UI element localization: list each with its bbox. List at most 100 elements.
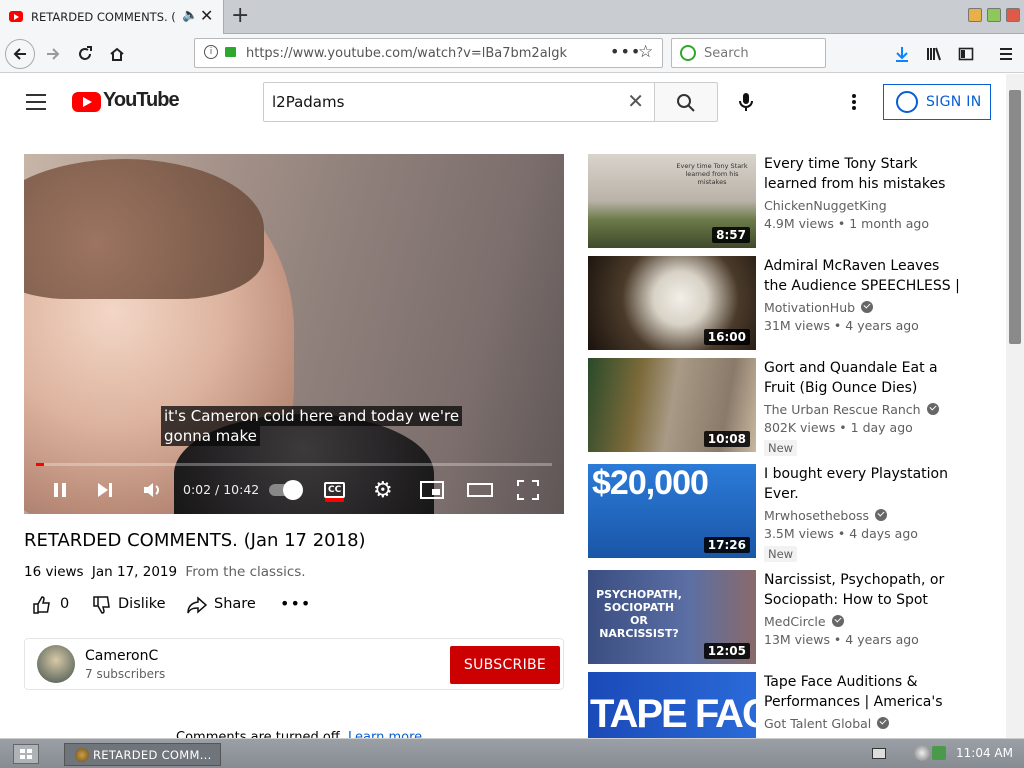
gear-icon: ⚙ [373,477,393,503]
related-video-stats: 4.9M views • 1 month ago [764,216,929,231]
search-input[interactable]: l2Padams ✕ [263,82,655,122]
close-tab-icon[interactable]: ✕ [200,6,213,25]
related-video-title[interactable]: Every time Tony Stark learned from his m… [764,154,964,194]
share-label: Share [214,596,256,612]
video-thumbnail[interactable]: Every time Tony Stark learned from his m… [588,154,756,248]
captions-button[interactable]: CC [324,479,346,501]
youtube-logo-text[interactable]: YouTube [103,89,180,112]
verified-badge-icon [831,615,844,627]
close-window-button[interactable] [1006,8,1020,22]
search-query[interactable]: l2Padams [272,93,344,111]
settings-more-icon[interactable] [850,92,858,112]
page-actions-icon[interactable]: ••• [610,42,641,61]
related-video-item[interactable]: $20,000 17:26 I bought every Playstation… [588,464,968,562]
related-video-stats: 802K views • 1 day ago [764,420,913,435]
maximize-window-button[interactable] [987,8,1001,22]
pause-button[interactable] [51,479,69,501]
description-snippet[interactable]: From the classics. [185,564,305,580]
related-video-channel[interactable]: The Urban Rescue Ranch [764,402,939,417]
downloads-button[interactable] [887,39,917,69]
forward-button[interactable] [38,39,68,69]
sidebar-icon [958,47,974,61]
url-text[interactable]: https://www.youtube.com/watch?v=lBa7bm2a… [246,46,567,61]
address-bar[interactable]: i https://www.youtube.com/watch?v=lBa7bm… [194,38,663,68]
like-button[interactable]: 0 [32,594,76,616]
related-video-item[interactable]: 10:08 Gort and Quandale Eat a Fruit (Big… [588,358,968,456]
theater-icon [467,483,493,497]
bookmark-star-icon[interactable]: ☆ [638,42,653,62]
related-video-title[interactable]: Tape Face Auditions & Performances | Ame… [764,672,964,712]
keyboard-icon[interactable] [872,748,886,759]
minimize-window-button[interactable] [968,8,982,22]
voice-search-button[interactable] [736,90,756,114]
channel-avatar[interactable] [37,645,75,683]
comments-disabled-notice: Comments are turned off. Learn more [176,730,422,738]
channel-name[interactable]: CameronC [85,648,158,664]
youtube-logo-icon[interactable] [72,92,101,112]
lock-icon[interactable] [225,47,236,57]
home-button[interactable] [102,39,132,69]
settings-button[interactable]: ⚙ [373,477,393,503]
theater-mode-button[interactable] [467,479,493,501]
network-icon[interactable] [914,745,930,761]
related-video-title[interactable]: Narcissist, Psychopath, or Sociopath: Ho… [764,570,964,610]
taskbar-firefox-item[interactable]: RETARDED COMM... [64,743,221,766]
sign-in-button[interactable]: SIGN IN [883,84,991,120]
share-button[interactable]: Share [186,594,258,616]
library-icon [927,47,941,61]
miniplayer-button[interactable] [420,479,444,501]
video-thumbnail[interactable]: PSYCHOPATH, SOCIOPATH OR NARCISSIST? 12:… [588,570,756,664]
duration-badge: 16:00 [703,329,750,345]
pause-icon [54,483,66,497]
reload-button[interactable] [70,39,100,69]
volume-icon [144,483,159,497]
subscribe-button[interactable]: SUBSCRIBE [450,646,560,684]
new-tab-button[interactable]: + [231,3,249,28]
browser-tab-strip: RETARDED COMMENTS. ( 🔈 ✕ + [0,0,1024,34]
guide-menu-icon[interactable] [26,94,46,110]
related-video-title[interactable]: Gort and Quandale Eat a Fruit (Big Ounce… [764,358,964,398]
next-button[interactable] [96,479,114,501]
video-thumbnail[interactable]: $20,000 17:26 [588,464,756,558]
update-icon[interactable] [932,746,946,760]
related-video-item[interactable]: 16:00 Admiral McRaven Leaves the Audienc… [588,256,968,350]
related-video-channel[interactable]: Mrwhosetheboss [764,508,888,523]
back-button[interactable] [5,39,35,69]
related-video-item[interactable]: Every time Tony Stark learned from his m… [588,154,968,248]
browser-tab[interactable]: RETARDED COMMENTS. ( 🔈 ✕ [0,0,224,34]
browser-search-bar[interactable]: Search [671,38,826,68]
clear-search-icon[interactable]: ✕ [627,89,644,113]
thumbnail-text: PSYCHOPATH, SOCIOPATH OR NARCISSIST? [596,588,682,640]
video-thumbnail[interactable]: 10:08 [588,358,756,452]
youtube-favicon-icon [9,11,23,22]
related-video-channel[interactable]: ChickenNuggetKing [764,198,887,213]
progress-bar[interactable] [36,463,552,466]
video-thumbnail[interactable]: 16:00 [588,256,756,350]
info-icon[interactable]: i [204,45,218,59]
related-video-channel[interactable]: MedCircle [764,614,844,629]
video-title: RETARDED COMMENTS. (Jan 17 2018) [24,530,366,551]
video-player[interactable]: it's Cameron cold here and today we're g… [24,154,564,514]
caption-line-1: it's Cameron cold here and today we're [161,406,463,426]
autoplay-toggle[interactable] [269,479,303,501]
dislike-button[interactable]: Dislike [92,594,172,616]
mute-button[interactable] [142,479,162,501]
fullscreen-button[interactable] [517,479,539,501]
page-scrollbar[interactable] [1006,74,1024,738]
related-video-title[interactable]: I bought every Playstation Ever. [764,464,964,504]
scrollbar-thumb[interactable] [1009,90,1021,344]
start-menu-button[interactable] [13,744,39,764]
related-video-item[interactable]: PSYCHOPATH, SOCIOPATH OR NARCISSIST? 12:… [588,570,968,664]
related-video-channel[interactable]: MotivationHub [764,300,874,315]
library-button[interactable] [919,39,949,69]
speaker-icon[interactable]: 🔈 [182,8,198,23]
learn-more-link[interactable]: Learn more [348,730,422,738]
search-button[interactable] [654,82,718,122]
related-video-channel[interactable]: Got Talent Global [764,716,890,731]
sidebar-button[interactable] [951,39,981,69]
hamburger-menu-icon [1000,48,1012,60]
more-actions-icon[interactable]: ••• [280,594,311,613]
related-video-title[interactable]: Admiral McRaven Leaves the Audience SPEE… [764,256,964,296]
menu-button[interactable] [991,39,1021,69]
microphone-icon [739,93,753,111]
